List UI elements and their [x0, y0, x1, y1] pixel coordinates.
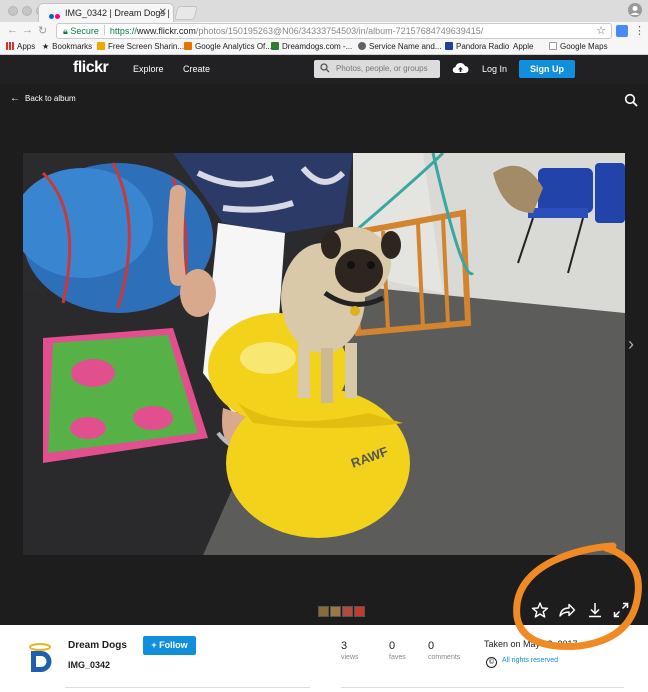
search-icon [320, 63, 330, 76]
bookmark-label: Google Analytics Of... [195, 42, 272, 51]
bookmark-label: Bookmarks [52, 42, 93, 51]
flickr-header: flickr Explore Create Photos, people, or… [0, 55, 648, 84]
rights-label: All rights reserved [502, 657, 559, 664]
bookmark-label: Free Screen Sharin... [108, 42, 185, 51]
stat-views: 3 views [341, 640, 359, 661]
stat-label: comments [428, 654, 461, 661]
star-icon: ★ [42, 42, 50, 51]
bookmark-apps[interactable]: Apps [6, 42, 35, 51]
rights-link[interactable]: © All rights reserved [486, 657, 558, 668]
flickr-favicon-icon [49, 11, 61, 19]
stat-comments: 0 comments [428, 640, 460, 661]
url-divider [103, 25, 105, 35]
bookmark-label: Apps [17, 42, 36, 51]
page-icon [549, 42, 557, 50]
search-placeholder: Photos, people, or groups [336, 64, 428, 73]
globe-icon [358, 42, 366, 50]
login-link[interactable]: Log In [482, 64, 507, 74]
viewer-search-icon[interactable] [624, 93, 638, 107]
back-to-album-link[interactable]: ← Back to album [10, 93, 76, 104]
dreamdogs-icon [271, 42, 279, 50]
new-tab-button[interactable] [174, 6, 198, 20]
back-arrow-icon: ← [10, 93, 20, 104]
bookmark-free-screen-sharing[interactable]: Free Screen Sharin... [97, 42, 184, 51]
extension-icon[interactable] [616, 25, 628, 37]
apps-grid-icon [6, 42, 14, 50]
main-photo[interactable]: RAWF [23, 153, 625, 555]
pandora-icon [445, 42, 453, 50]
analytics-icon [184, 42, 192, 50]
bookmark-google-maps[interactable]: Google Maps [549, 42, 608, 51]
nav-create[interactable]: Create [183, 64, 210, 74]
photo-title: IMG_0342 [68, 660, 111, 670]
url-host: www.flickr.com [136, 26, 196, 36]
bookmark-google-analytics[interactable]: Google Analytics Of... [184, 42, 272, 51]
profile-icon[interactable] [628, 3, 642, 17]
divider [341, 687, 624, 688]
tab-close-icon[interactable]: ✕ [159, 7, 167, 18]
address-bar[interactable]: 🔒︎ Secure https://www.flickr.com/photos/1… [56, 23, 612, 39]
flickr-logo[interactable]: flickr [73, 59, 109, 77]
browser-tab[interactable]: IMG_0342 | Dream Dogs | Flic ✕ [38, 3, 174, 22]
stat-faves: 0 faves [389, 640, 406, 661]
owner-name[interactable]: Dream Dogs [68, 640, 127, 651]
bookmarks-bar: Apps ★ Bookmarks Free Screen Sharin... Go… [0, 40, 648, 55]
bookmark-label: Service Name and... [369, 42, 442, 51]
screen-share-icon [97, 42, 105, 50]
copyright-icon: © [486, 657, 497, 668]
bookmark-dreamdogs[interactable]: Dreamdogs.com -... [271, 42, 352, 51]
secure-label: Secure [70, 26, 99, 36]
bookmark-star-icon[interactable]: ☆ [596, 24, 606, 38]
browser-tab-strip: IMG_0342 | Dream Dogs | Flic ✕ [0, 0, 648, 22]
search-input[interactable]: Photos, people, or groups [314, 60, 440, 78]
forward-arrow-icon[interactable]: → [22, 24, 33, 36]
filmstrip-thumb[interactable] [354, 606, 365, 617]
browser-toolbar: ← → ↻ 🔒︎ Secure https://www.flickr.com/ph… [0, 22, 648, 40]
stat-label: views [341, 654, 359, 661]
menu-dots-icon[interactable]: ⋮ [634, 24, 645, 37]
follow-button[interactable]: + Follow [143, 636, 196, 655]
nav-explore[interactable]: Explore [133, 64, 164, 74]
window-close-dot[interactable] [8, 6, 18, 16]
divider [65, 687, 310, 688]
next-photo-chevron-icon[interactable]: › [628, 334, 634, 355]
filmstrip-thumb[interactable] [330, 606, 341, 617]
stat-value: 0 [428, 640, 435, 652]
bookmark-label: Apple [513, 42, 534, 51]
signup-button[interactable]: Sign Up [519, 60, 575, 78]
filmstrip-thumb[interactable] [318, 606, 329, 617]
annotation-circle [513, 542, 642, 650]
bookmark-service-name[interactable]: Service Name and... [358, 42, 441, 51]
reload-icon[interactable]: ↻ [38, 24, 47, 37]
avatar[interactable] [26, 642, 54, 674]
bookmark-pandora[interactable]: Pandora Radio [445, 42, 509, 51]
filmstrip [318, 604, 366, 617]
back-arrow-icon[interactable]: ← [7, 24, 18, 36]
url-scheme: https:// [109, 26, 137, 36]
stat-value: 3 [341, 640, 348, 652]
bookmark-bookmarks[interactable]: ★ Bookmarks [42, 42, 92, 51]
filmstrip-thumb[interactable] [342, 606, 353, 617]
back-label: Back to album [25, 94, 76, 103]
upload-cloud-icon[interactable] [452, 61, 469, 75]
bookmark-apple[interactable]: Apple [510, 42, 533, 51]
bookmark-label: Dreamdogs.com -... [282, 42, 353, 51]
bookmark-label: Google Maps [560, 42, 608, 51]
bookmark-label: Pandora Radio [456, 42, 510, 51]
stat-value: 0 [389, 640, 396, 652]
window-minimize-dot[interactable] [22, 6, 32, 16]
lock-icon: 🔒︎ [63, 26, 68, 36]
stat-label: faves [389, 654, 406, 661]
url-path: /photos/150195263@N06/34333754503/in/alb… [195, 26, 484, 36]
